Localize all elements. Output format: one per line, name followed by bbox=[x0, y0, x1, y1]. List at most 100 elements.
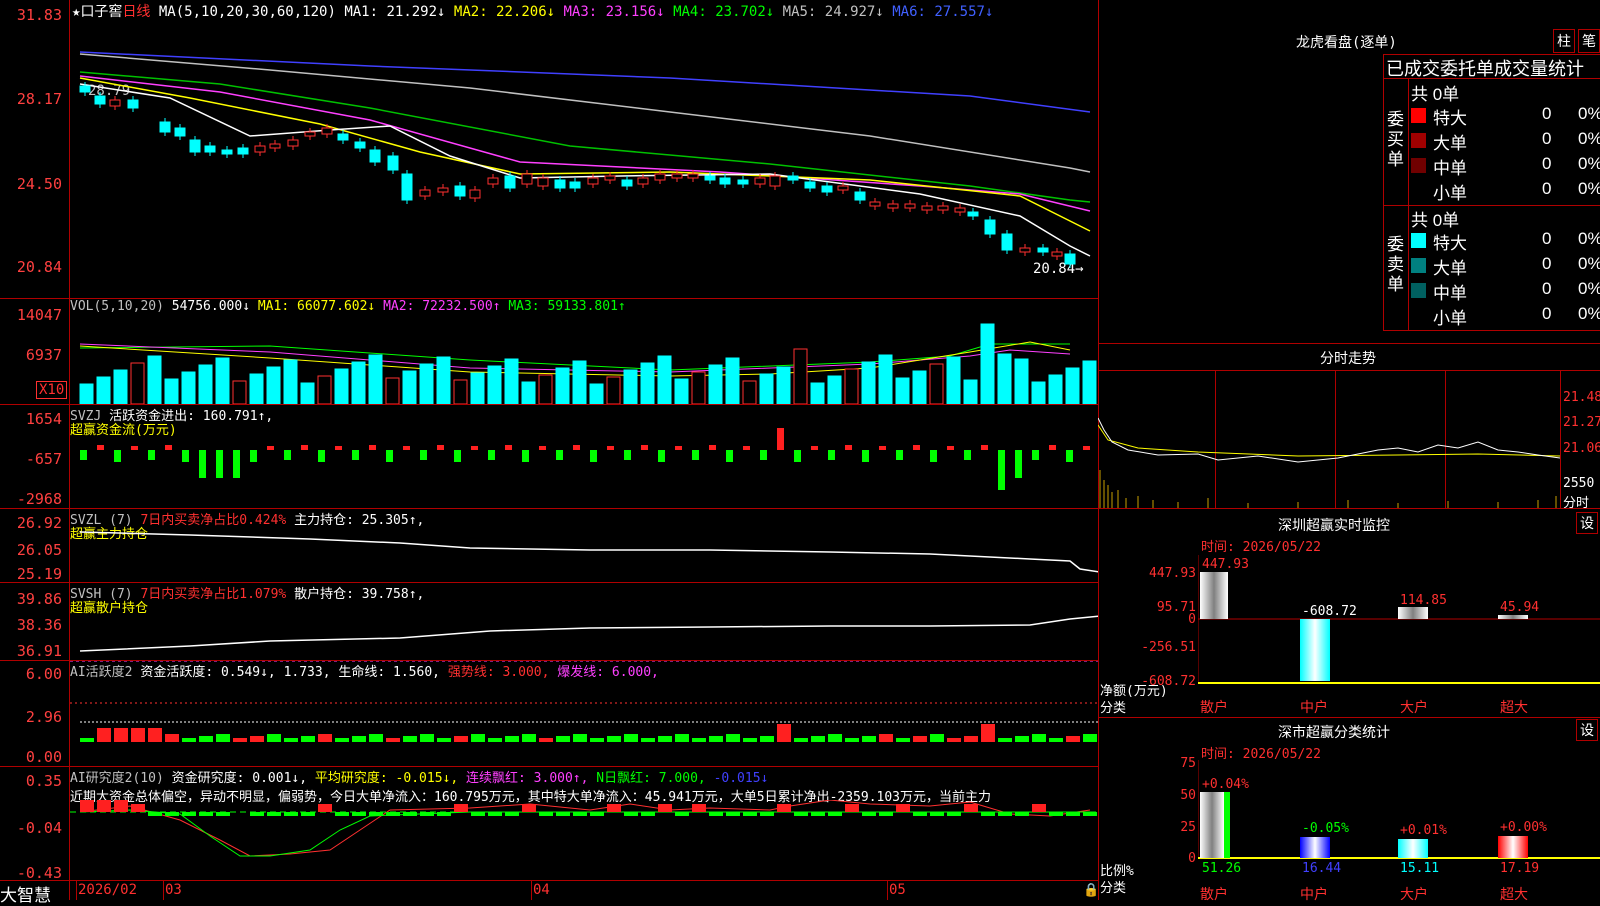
classify-settings-button[interactable]: 设 bbox=[1576, 719, 1598, 741]
ai1-bar bbox=[794, 738, 808, 742]
volume-bar bbox=[181, 371, 196, 404]
sell-row-pct: 0% bbox=[1578, 304, 1600, 323]
classify-pct: -0.05% bbox=[1302, 821, 1349, 836]
research-line bbox=[79, 800, 1091, 857]
ma6-line bbox=[79, 51, 1091, 113]
volume-bar bbox=[878, 354, 893, 404]
svzj-bar bbox=[862, 450, 869, 462]
volume-bar bbox=[419, 363, 434, 404]
candle bbox=[287, 139, 299, 147]
svzj-chart[interactable] bbox=[70, 405, 1098, 508]
svzj-bar bbox=[658, 450, 665, 462]
intraday-vol-label: 2550 bbox=[1563, 476, 1595, 491]
ai1-axis-label: 6.00 bbox=[25, 665, 62, 683]
sell-label: 委卖单 bbox=[1387, 235, 1404, 294]
candle bbox=[754, 177, 766, 185]
classify-axis-label: 0 bbox=[1188, 851, 1196, 866]
sell-row-value: 0 bbox=[1542, 229, 1552, 248]
ai2-bar bbox=[216, 812, 230, 816]
brand-logo[interactable]: 大智慧 bbox=[0, 881, 51, 906]
classify-cat-label: 散户 bbox=[1200, 887, 1228, 903]
classify-title: 深市超赢分类统计 bbox=[1278, 725, 1390, 741]
svzj-bar bbox=[692, 450, 699, 460]
candle bbox=[254, 145, 266, 153]
svzj-bar bbox=[539, 446, 546, 450]
ai1-chart[interactable] bbox=[70, 661, 1098, 766]
svzl-line-chart[interactable] bbox=[70, 509, 1098, 582]
classify-bar-chart[interactable] bbox=[1198, 760, 1600, 860]
candle bbox=[174, 127, 186, 137]
ai2-header: AI研究度2(10) 资金研究度: 0.001↓, 平均研究度: -0.015↓… bbox=[70, 767, 768, 786]
svzj-bar bbox=[896, 450, 903, 460]
classify-bar-dahu bbox=[1398, 839, 1428, 858]
bar-view-button[interactable]: 柱 bbox=[1553, 29, 1575, 53]
buy-row-pct: 0% bbox=[1578, 179, 1600, 198]
candle bbox=[437, 187, 449, 193]
ai2-chart[interactable] bbox=[70, 800, 1098, 880]
ai2-bar bbox=[641, 812, 655, 816]
volume-bar bbox=[708, 364, 723, 404]
monitor-settings-button[interactable]: 设 bbox=[1576, 512, 1598, 534]
ai2-bar bbox=[454, 804, 468, 812]
ai2-bar bbox=[182, 812, 196, 816]
ai1-bar bbox=[658, 736, 672, 742]
ai1-bar bbox=[556, 736, 570, 742]
ai1-bar bbox=[250, 736, 264, 742]
classify-cls-label: 分类 bbox=[1100, 881, 1127, 896]
ai1-bar bbox=[998, 738, 1012, 742]
svsh-line-chart[interactable] bbox=[70, 583, 1098, 660]
buy-row-swatch bbox=[1411, 108, 1426, 123]
volume-bar bbox=[436, 356, 451, 404]
volume-chart[interactable] bbox=[70, 316, 1098, 404]
candle bbox=[769, 175, 781, 187]
ai2-bar bbox=[318, 804, 332, 812]
intraday-chart[interactable] bbox=[1098, 410, 1560, 508]
candle bbox=[804, 181, 816, 189]
volume-bar bbox=[1031, 381, 1046, 404]
volume-bar bbox=[1082, 360, 1097, 404]
ai1-bar bbox=[369, 734, 383, 742]
ai1-bar bbox=[80, 738, 94, 742]
ai2-bar bbox=[1015, 812, 1029, 816]
svzj-bar bbox=[403, 446, 410, 450]
ai1-bar bbox=[896, 738, 910, 742]
svzj-bar bbox=[1066, 450, 1073, 462]
ai1-bar bbox=[386, 738, 400, 742]
monitor-bar-chart[interactable] bbox=[1198, 555, 1600, 703]
candle bbox=[127, 99, 139, 109]
volume-bar bbox=[963, 379, 978, 404]
candle bbox=[304, 131, 316, 137]
price-axis-label: 28.17 bbox=[16, 90, 62, 108]
date-label: 03 bbox=[165, 882, 182, 898]
intraday-price-label: 21.48 bbox=[1563, 390, 1600, 405]
ai1-bar bbox=[1015, 736, 1029, 742]
ai2-bar bbox=[845, 804, 859, 812]
volume-bar bbox=[453, 379, 468, 404]
ai1-bar bbox=[573, 734, 587, 742]
ai1-bar bbox=[845, 738, 859, 742]
ai1-bar bbox=[811, 736, 825, 742]
volume-bar bbox=[691, 371, 706, 404]
monitor-time: 时间: 2026/05/22 bbox=[1201, 540, 1321, 555]
classify-axis-label: 50 bbox=[1180, 788, 1196, 803]
ai1-bar bbox=[182, 738, 196, 742]
svzj-bar bbox=[845, 445, 852, 450]
price-chart[interactable] bbox=[70, 16, 1098, 298]
svzj-bar bbox=[199, 450, 206, 478]
svzj-bar bbox=[318, 450, 325, 462]
buy-row-name: 小单 bbox=[1433, 184, 1467, 203]
svzj-bar bbox=[879, 446, 886, 450]
ma3-line bbox=[79, 75, 1091, 212]
vol-axis-label: 6937 bbox=[25, 346, 62, 364]
buy-row-swatch bbox=[1411, 133, 1426, 148]
candle bbox=[401, 173, 413, 201]
volume-bar bbox=[198, 364, 213, 404]
candle bbox=[587, 177, 599, 185]
tick-view-button[interactable]: 笔 bbox=[1578, 29, 1600, 53]
lock-icon[interactable]: 🔒 bbox=[1083, 883, 1099, 898]
ai1-bar bbox=[216, 734, 230, 742]
classify-bar-zhonghu bbox=[1300, 837, 1330, 858]
svzj-bar bbox=[488, 450, 495, 460]
monitor-cat-label: 散户 bbox=[1200, 700, 1228, 716]
candle bbox=[787, 175, 799, 181]
